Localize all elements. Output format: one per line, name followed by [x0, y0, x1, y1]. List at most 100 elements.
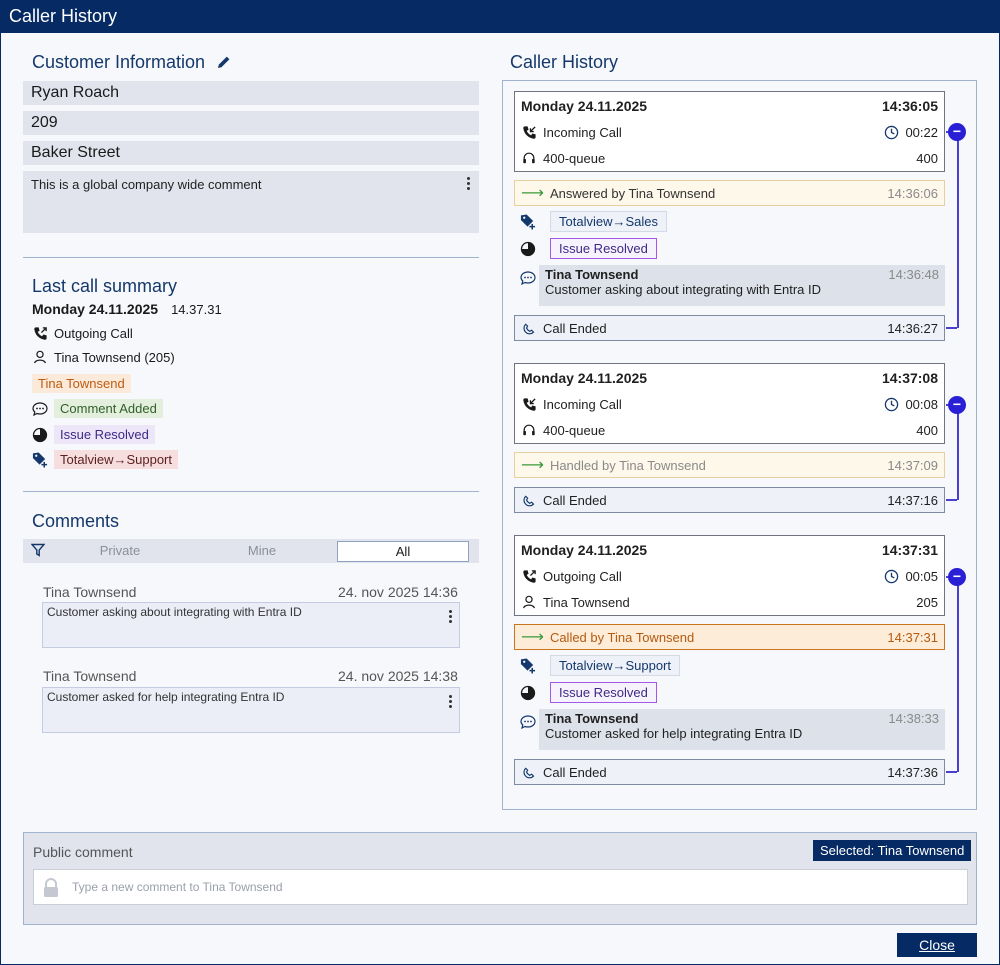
close-button[interactable]: Close [897, 933, 977, 957]
status-tag: Issue Resolved [550, 682, 657, 703]
call-event-time: 14:36:06 [887, 185, 938, 201]
comments-filter-bar: Private Mine All [23, 539, 479, 563]
transfer-tag: Totalview→Sales [550, 211, 667, 232]
call-event: Answered by Tina Townsend [549, 185, 716, 201]
global-comment-text: This is a global company wide comment [31, 177, 262, 192]
call-card[interactable]: Monday 24.11.2025 14:36:05 Incoming Call… [514, 91, 945, 172]
divider [23, 257, 479, 258]
summary-agent: Tina Townsend (205) [54, 349, 175, 365]
hangup-icon [521, 764, 537, 780]
filter-all[interactable]: All [337, 541, 469, 562]
call-ended-row: Call Ended 14:37:16 [514, 487, 945, 513]
collapse-icon[interactable]: − [948, 396, 966, 414]
customer-street-field[interactable]: Baker Street [23, 141, 479, 165]
arrow-right-icon: ⟶ [521, 629, 544, 646]
tag-add-icon [520, 214, 536, 230]
comments-heading: Comments [32, 511, 120, 531]
call-event: Called by Tina Townsend [549, 629, 695, 645]
divider [23, 491, 479, 492]
call-start-time: 14:36:05 [881, 97, 938, 114]
filter-mine[interactable]: Mine [213, 539, 311, 563]
summary-date: Monday 24.11.2025 [32, 301, 159, 317]
timeline-connector [946, 771, 957, 773]
call-date: Monday 24.11.2025 [521, 541, 648, 558]
call-ended-time: 14:36:27 [887, 320, 938, 336]
call-event-row: ⟶ Called by Tina Townsend 14:37:31 [514, 624, 945, 650]
comment-text: Customer asking about integrating with E… [47, 605, 302, 619]
person-icon [32, 349, 48, 365]
call-type: Incoming Call [543, 396, 622, 412]
phone-outgoing-icon [521, 568, 537, 584]
collapse-icon[interactable]: − [948, 568, 966, 586]
comment-date: 24. nov 2025 14:36 [338, 584, 458, 600]
more-options-icon[interactable] [449, 695, 453, 710]
timeline-connector [957, 131, 959, 328]
public-comment-placeholder: Type a new comment to Tina Townsend [72, 880, 283, 894]
call-event-row: ⟶ Handled by Tina Townsend 14:37:09 [514, 452, 945, 478]
timeline-connector [946, 499, 957, 501]
call-card[interactable]: Monday 24.11.2025 14:37:31 Outgoing Call… [514, 535, 945, 616]
comment-text: Customer asked for help integrating Entr… [47, 690, 285, 704]
transfer-tag: Totalview→Support [550, 655, 680, 676]
call-event-time: 14:37:31 [887, 629, 938, 645]
comment-box[interactable]: Customer asking about integrating with E… [42, 602, 460, 648]
comment-box[interactable]: Customer asked for help integrating Entr… [42, 687, 460, 733]
call-note: Tina Townsend 14:36:48 Customer asking a… [539, 265, 945, 306]
clock-icon [883, 568, 899, 584]
note-time: 14:38:33 [888, 711, 939, 726]
call-duration: 00:22 [905, 124, 938, 140]
note-text: Customer asked for help integrating Entr… [545, 726, 803, 741]
issue-resolved-tag: Issue Resolved [54, 425, 155, 444]
close-button-label: Close [919, 937, 955, 953]
call-card[interactable]: Monday 24.11.2025 14:37:08 Incoming Call… [514, 363, 945, 444]
more-options-icon[interactable] [467, 177, 471, 192]
call-duration: 00:05 [905, 568, 938, 584]
selected-agent-badge: Selected: Tina Townsend [813, 840, 972, 861]
note-text: Customer asking about integrating with E… [545, 282, 822, 297]
comment-date: 24. nov 2025 14:38 [338, 668, 458, 684]
call-ended-row: Call Ended 14:36:27 [514, 315, 945, 341]
window-title: Caller History [0, 0, 1000, 33]
filter-private[interactable]: Private [71, 539, 169, 563]
caller-history-heading: Caller History [510, 52, 619, 72]
call-date: Monday 24.11.2025 [521, 97, 648, 114]
edit-pencil-icon[interactable] [216, 54, 232, 75]
lock-icon [42, 878, 60, 901]
agent-tag: Tina Townsend [32, 374, 131, 393]
status-pie-icon [520, 241, 536, 257]
status-pie-icon [32, 427, 48, 443]
call-agent-id: 205 [916, 594, 938, 610]
summary-time: 14.37.31 [171, 301, 222, 317]
timeline-connector [946, 327, 957, 329]
call-queue-id: 400 [916, 422, 938, 438]
customer-name-field[interactable]: Ryan Roach [23, 81, 479, 105]
call-ended: Call Ended [543, 764, 607, 780]
call-event-row: ⟶ Answered by Tina Townsend 14:36:06 [514, 180, 945, 206]
headset-icon [521, 150, 537, 166]
call-event-time: 14:37:09 [887, 457, 938, 473]
call-type: Incoming Call [543, 124, 622, 140]
summary-call-type: Outgoing Call [54, 325, 133, 341]
comment-added-tag: Comment Added [54, 399, 163, 418]
call-ended: Call Ended [543, 492, 607, 508]
call-start-time: 14:37:08 [881, 369, 938, 386]
status-pie-icon [520, 685, 536, 701]
call-note: Tina Townsend 14:38:33 Customer asked fo… [539, 709, 945, 750]
call-ended: Call Ended [543, 320, 607, 336]
totalview-support-tag: Totalview→Support [54, 450, 178, 469]
headset-icon [521, 422, 537, 438]
tag-add-icon [520, 658, 536, 674]
call-date: Monday 24.11.2025 [521, 369, 648, 386]
comment-icon [520, 714, 536, 730]
tag-add-icon [32, 452, 48, 468]
customer-number-field[interactable]: 209 [23, 111, 479, 135]
filter-icon[interactable] [30, 543, 46, 562]
arrow-right-icon: ⟶ [521, 457, 544, 474]
call-ended-row: Call Ended 14:37:36 [514, 759, 945, 785]
global-comment-field[interactable]: This is a global company wide comment [23, 171, 479, 233]
public-comment-input[interactable]: Type a new comment to Tina Townsend [33, 869, 968, 905]
more-options-icon[interactable] [449, 610, 453, 625]
collapse-icon[interactable]: − [948, 123, 966, 141]
last-call-summary-heading: Last call summary [32, 276, 178, 296]
hangup-icon [521, 492, 537, 508]
